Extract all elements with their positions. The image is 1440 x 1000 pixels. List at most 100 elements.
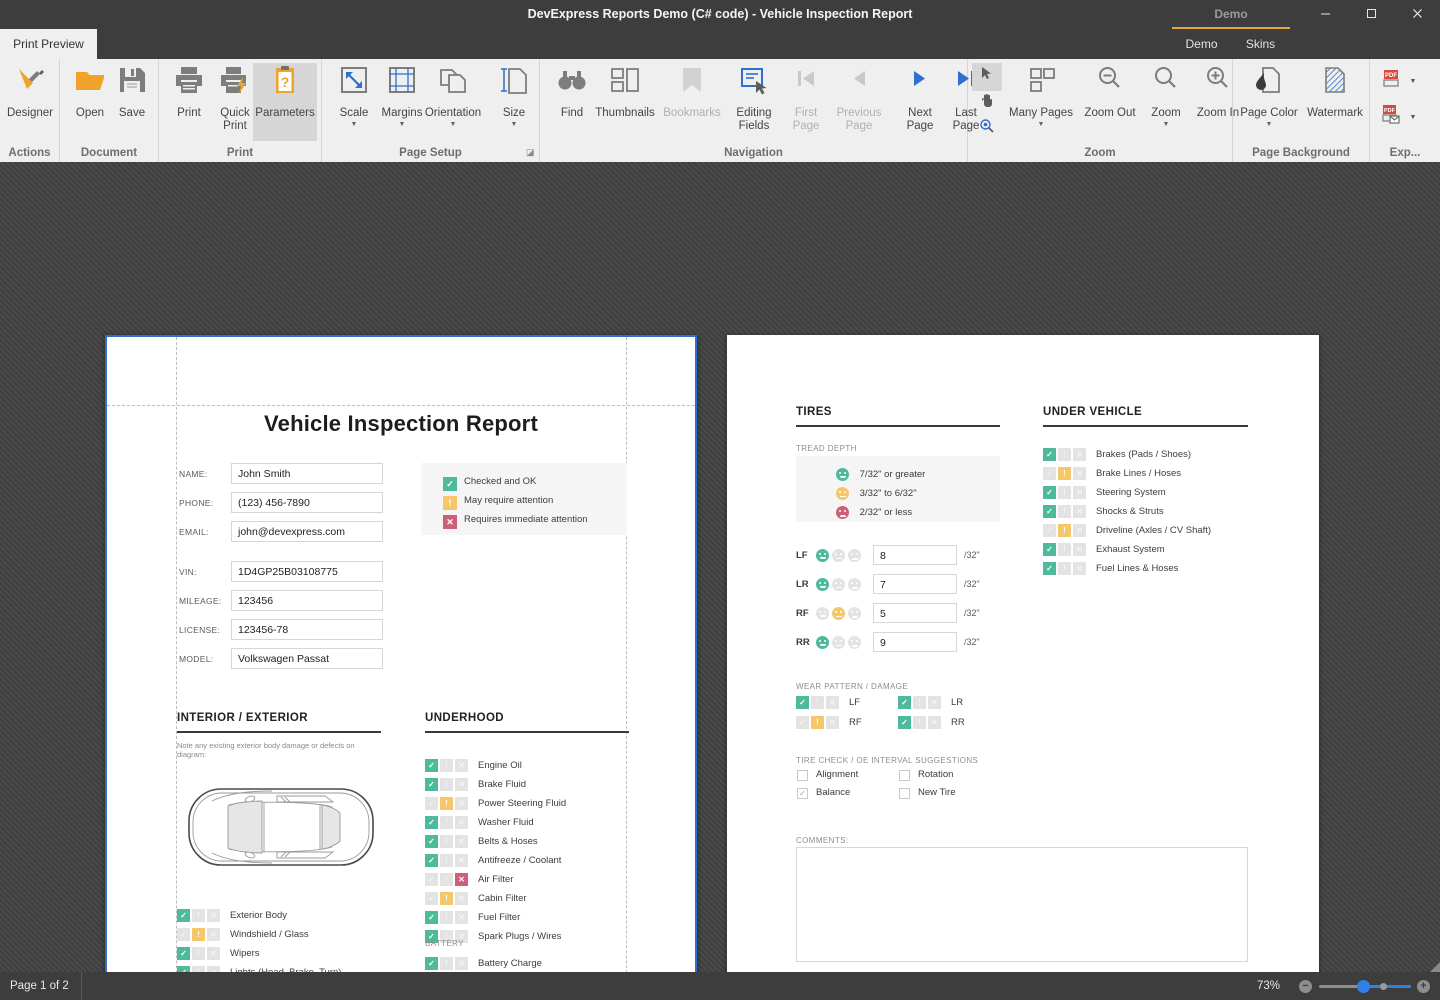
checklist-row[interactable]: ✓!✕Fuel Lines & Hoses [1043, 562, 1178, 575]
smiley-happy-icon[interactable] [816, 607, 829, 620]
pointer-tool-button[interactable] [972, 63, 1002, 91]
tri-warn-icon[interactable]: ! [1058, 486, 1071, 499]
smiley-neutral-icon[interactable] [832, 549, 845, 562]
smiley-happy-icon[interactable] [816, 578, 829, 591]
maximize-button[interactable] [1348, 0, 1394, 29]
tri-warn-icon[interactable]: ! [1058, 467, 1071, 480]
tri-ok-icon[interactable]: ✓ [177, 928, 190, 941]
tri-bad-icon[interactable]: ✕ [1073, 448, 1086, 461]
tri-warn-icon[interactable]: ! [811, 716, 824, 729]
many-pages-button[interactable]: Many Pages ▼ [1004, 63, 1078, 141]
tri-ok-icon[interactable]: ✓ [425, 957, 438, 970]
magnifier-tool-button[interactable] [972, 116, 1002, 144]
tri-bad-icon[interactable]: ✕ [455, 873, 468, 886]
tri-bad-icon[interactable]: ✕ [207, 928, 220, 941]
tri-bad-icon[interactable]: ✕ [1073, 486, 1086, 499]
field-value-model[interactable]: Volkswagen Passat [231, 648, 383, 669]
tri-warn-icon[interactable]: ! [1058, 524, 1071, 537]
report-page-1[interactable]: Vehicle Inspection Report NAME: John Smi… [105, 335, 697, 972]
checklist-row[interactable]: ✓!✕Cabin Filter [425, 892, 527, 905]
wear-pattern-row[interactable]: ✓!✕LR [898, 696, 963, 709]
smiley-neutral-icon[interactable] [832, 607, 845, 620]
tab-print-preview[interactable]: Print Preview [0, 29, 97, 59]
checklist-row[interactable]: ✓!✕Engine Oil [425, 759, 522, 772]
wear-pattern-row[interactable]: ✓!✕RR [898, 716, 965, 729]
tri-ok-icon[interactable]: ✓ [425, 911, 438, 924]
send-pdf-button[interactable]: PDF [1376, 103, 1406, 133]
tri-ok-icon[interactable]: ✓ [425, 835, 438, 848]
tri-bad-icon[interactable]: ✕ [1073, 543, 1086, 556]
checklist-row[interactable]: ✓!✕Battery Charge [425, 957, 542, 970]
checklist-row[interactable]: ✓!✕Brake Lines / Hoses [1043, 467, 1181, 480]
previous-page-button[interactable]: PreviousPage [828, 63, 890, 141]
tri-ok-icon[interactable]: ✓ [796, 696, 809, 709]
smiley-sad-icon[interactable] [848, 578, 861, 591]
tri-warn-icon[interactable]: ! [1058, 562, 1071, 575]
send-pdf-dropdown[interactable]: ▼ [1406, 103, 1420, 133]
field-value-mileage[interactable]: 123456 [231, 590, 383, 611]
tri-ok-icon[interactable]: ✓ [1043, 505, 1056, 518]
tri-bad-icon[interactable]: ✕ [455, 957, 468, 970]
suggestion-checkbox[interactable] [797, 770, 808, 781]
tri-ok-icon[interactable]: ✓ [1043, 486, 1056, 499]
suggestion-checkbox[interactable] [899, 788, 910, 799]
tri-warn-icon[interactable]: ! [192, 909, 205, 922]
wear-pattern-row[interactable]: ✓!✕RF [796, 716, 862, 729]
orientation-button[interactable]: Orientation ▼ [422, 63, 484, 141]
suggestion-checkbox[interactable] [899, 770, 910, 781]
wear-pattern-row[interactable]: ✓!✕LF [796, 696, 860, 709]
tri-bad-icon[interactable]: ✕ [1073, 524, 1086, 537]
tri-warn-icon[interactable]: ! [192, 928, 205, 941]
checklist-row[interactable]: ✓!✕Power Steering Fluid [425, 797, 566, 810]
tri-bad-icon[interactable]: ✕ [455, 911, 468, 924]
field-value-name[interactable]: John Smith [231, 463, 383, 484]
suggestion-checkbox[interactable]: ✓ [797, 788, 808, 799]
tri-ok-icon[interactable]: ✓ [898, 716, 911, 729]
smiley-neutral-icon[interactable] [832, 578, 845, 591]
tri-bad-icon[interactable]: ✕ [455, 892, 468, 905]
checklist-row[interactable]: ✓!✕Exhaust System [1043, 543, 1165, 556]
tri-warn-icon[interactable]: ! [440, 797, 453, 810]
tri-bad-icon[interactable]: ✕ [1073, 467, 1086, 480]
checklist-row[interactable]: ✓!✕Exterior Body [177, 909, 287, 922]
tread-depth-input[interactable]: 8 [873, 545, 957, 565]
watermark-button[interactable]: Watermark [1303, 63, 1367, 141]
tab-demo[interactable]: Demo [1172, 29, 1231, 59]
tri-ok-icon[interactable]: ✓ [425, 854, 438, 867]
tab-skins[interactable]: Skins [1231, 29, 1290, 59]
checklist-row[interactable]: ✓!✕Fuel Filter [425, 911, 520, 924]
tri-warn-icon[interactable]: ! [1058, 448, 1071, 461]
tri-warn-icon[interactable]: ! [913, 696, 926, 709]
export-pdf-button[interactable]: PDF [1376, 67, 1406, 97]
tri-warn-icon[interactable]: ! [440, 816, 453, 829]
checklist-row[interactable]: ✓!✕Shocks & Struts [1043, 505, 1164, 518]
tri-ok-icon[interactable]: ✓ [796, 716, 809, 729]
checklist-row[interactable]: ✓!✕Steering System [1043, 486, 1166, 499]
tri-bad-icon[interactable]: ✕ [928, 716, 941, 729]
tri-warn-icon[interactable]: ! [440, 911, 453, 924]
field-value-vin[interactable]: 1D4GP25B03108775 [231, 561, 383, 582]
tri-ok-icon[interactable]: ✓ [1043, 467, 1056, 480]
tri-warn-icon[interactable]: ! [811, 696, 824, 709]
tri-warn-icon[interactable]: ! [913, 716, 926, 729]
smiley-sad-icon[interactable] [848, 607, 861, 620]
checklist-row[interactable]: ✓!✕Windshield / Glass [177, 928, 309, 941]
tri-ok-icon[interactable]: ✓ [425, 892, 438, 905]
tri-bad-icon[interactable]: ✕ [1073, 505, 1086, 518]
editing-fields-button[interactable]: EditingFields [726, 63, 782, 141]
zoom-in-stepper[interactable]: + [1417, 980, 1430, 993]
tri-ok-icon[interactable]: ✓ [425, 797, 438, 810]
smiley-neutral-icon[interactable] [832, 636, 845, 649]
checklist-row[interactable]: ✓!✕Brakes (Pads / Shoes) [1043, 448, 1191, 461]
tri-ok-icon[interactable]: ✓ [425, 778, 438, 791]
save-button[interactable]: Save [104, 63, 160, 141]
tri-warn-icon[interactable]: ! [440, 957, 453, 970]
tri-ok-icon[interactable]: ✓ [898, 696, 911, 709]
zoom-button[interactable]: Zoom ▼ [1142, 63, 1190, 141]
zoom-out-button[interactable]: Zoom Out [1080, 63, 1140, 141]
page-setup-dialog-launcher[interactable]: ◪ [526, 148, 535, 157]
tri-bad-icon[interactable]: ✕ [207, 909, 220, 922]
hand-tool-button[interactable] [972, 90, 1002, 118]
smiley-sad-icon[interactable] [848, 549, 861, 562]
smiley-sad-icon[interactable] [848, 636, 861, 649]
